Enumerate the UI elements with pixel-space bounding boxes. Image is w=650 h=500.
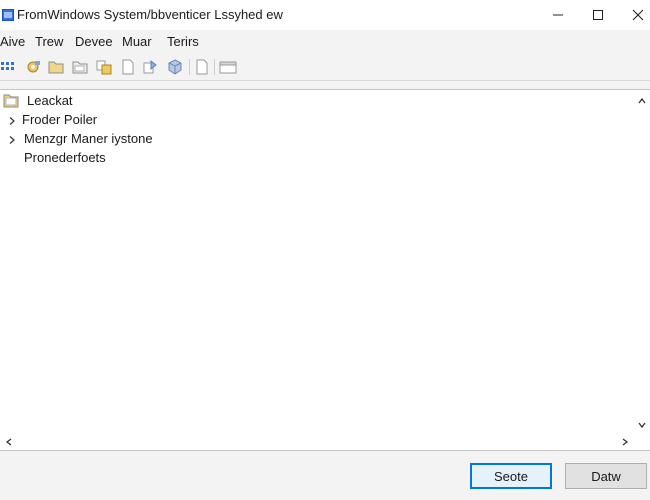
folder-open-icon[interactable] (71, 58, 89, 76)
new-page-icon[interactable] (119, 58, 137, 76)
seote-button[interactable]: Seote (470, 463, 552, 489)
scroll-up-icon[interactable] (636, 94, 648, 106)
datw-button[interactable]: Datw (565, 463, 647, 489)
toolbar (0, 53, 650, 81)
tree-root-item[interactable]: Leackat (0, 91, 200, 110)
export-icon[interactable] (142, 58, 160, 76)
tree-item-label: Froder Poiler (22, 112, 98, 127)
menu-item-terirs[interactable]: Terirs (167, 34, 199, 49)
toolbar-separator (189, 59, 190, 75)
close-button[interactable] (618, 0, 650, 30)
title-bar: FromWindows System/bbventicer Lssyhed ew (0, 0, 650, 30)
tree-item-pronederfoets[interactable]: Pronederfoets (0, 148, 200, 167)
menu-item-muar[interactable]: Muar (122, 34, 152, 49)
app-icon (2, 8, 14, 21)
app-window: FromWindows System/bbventicer Lssyhed ew… (0, 0, 650, 500)
tree-view[interactable]: Leackat Froder Poiler Menzgr Maner iysto… (0, 89, 650, 451)
minimize-icon (552, 9, 564, 21)
maximize-icon (592, 9, 604, 21)
folder-icon[interactable] (47, 58, 65, 76)
chevron-right-icon[interactable] (8, 114, 16, 125)
maximize-button[interactable] (578, 0, 618, 30)
menu-item-devee[interactable]: Devee (75, 34, 113, 49)
chevron-right-icon[interactable] (8, 133, 16, 144)
copy-folder-icon[interactable] (95, 58, 113, 76)
view-list-icon[interactable] (0, 58, 18, 76)
menu-bar: Aive Trew Devee Muar Terirs (0, 30, 650, 52)
close-icon (632, 9, 644, 21)
tree-root-label: Leackat (27, 93, 73, 108)
folder-icon (3, 93, 19, 108)
toolbar-separator (214, 59, 215, 75)
minimize-button[interactable] (538, 0, 578, 30)
tree-item-label: Pronederfoets (24, 150, 106, 165)
scroll-down-icon[interactable] (636, 418, 648, 430)
scroll-left-icon[interactable] (3, 435, 15, 447)
menu-item-aive[interactable]: Aive (0, 34, 25, 49)
tree-item-label: Menzgr Maner iystone (24, 131, 153, 146)
window-icon[interactable] (219, 58, 237, 76)
tree-item-froder-poiler[interactable]: Froder Poiler (0, 110, 200, 129)
menu-item-trew[interactable]: Trew (35, 34, 63, 49)
scroll-right-icon[interactable] (619, 435, 631, 447)
blank-page-icon[interactable] (193, 58, 211, 76)
tree-item-menzgr-maner-iystone[interactable]: Menzgr Maner iystone (0, 129, 220, 148)
cube-icon[interactable] (166, 58, 184, 76)
window-title: FromWindows System/bbventicer Lssyhed ew (17, 7, 283, 22)
properties-icon[interactable] (24, 58, 42, 76)
